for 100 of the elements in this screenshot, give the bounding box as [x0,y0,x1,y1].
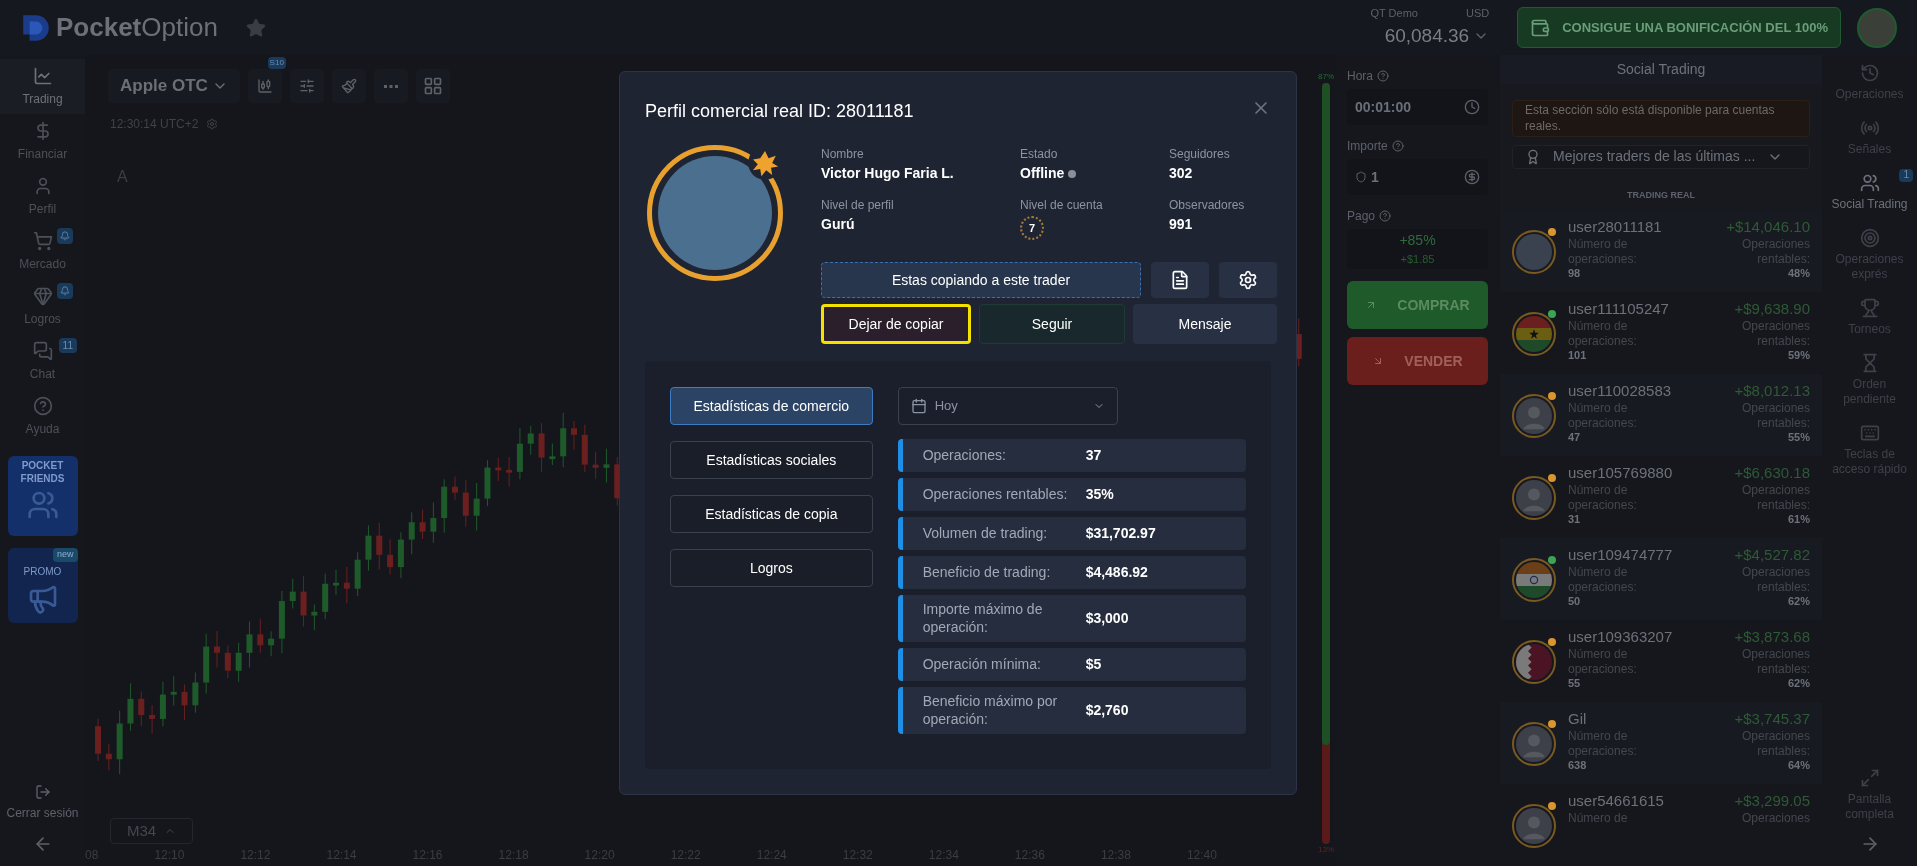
amount-value: 1 [1371,167,1380,187]
payout-amount: +$1.85 [1400,252,1435,268]
stats-tab[interactable]: Logros [670,549,873,587]
stat-value: $5 [1085,655,1102,674]
dash-icon [383,84,398,88]
report-button[interactable] [1151,262,1209,298]
trader-name: user28011181 [1568,218,1663,237]
stop-copy-button[interactable]: Dejar de copiar [821,304,971,344]
sidebar-item[interactable]: Logros [0,279,85,334]
sidebar-item[interactable]: Social Trading 1 [1822,165,1917,220]
buy-button[interactable]: COMPRAR [1347,281,1488,329]
sidebar-item[interactable]: Ayuda [0,389,85,444]
line-button[interactable] [373,69,408,103]
sidebar-item[interactable]: Chat 11 [0,334,85,389]
antenna-icon [1859,118,1880,138]
trader-name: user54661615 [1568,792,1665,811]
sidebar-item[interactable]: Financiar [0,114,85,169]
amount-field[interactable]: 1 [1347,159,1488,195]
time-value: 00:01:00 [1355,97,1412,117]
bonus-button[interactable]: CONSIGUE UNA BONIFICACIÓN DEL 100% [1517,7,1841,48]
follow-button[interactable]: Seguir [979,304,1125,344]
stat-label: Volumen de trading: [922,524,1049,543]
people-icon [26,489,59,521]
panel-title: Social Trading [1616,60,1706,80]
chart-type-button[interactable] [247,69,282,103]
count-badge: 11 [58,338,77,353]
field-label: Estado [1020,146,1059,163]
trader-name: user111105247 [1568,300,1670,319]
notice-text: Esta sección sólo está disponible para cuentas reales. [1525,101,1776,135]
field-label: Pago [1347,208,1376,225]
help-icon[interactable] [1377,70,1389,82]
stat-label: Operaciones: [922,446,1007,465]
help-icon[interactable] [1379,210,1392,222]
grid-icon [422,76,443,96]
avatar-photo-placeholder[interactable] [1857,7,1897,48]
period-dropdown[interactable]: Hoy [897,387,1118,425]
stats-tab[interactable]: Estadísticas sociales [670,441,873,479]
stats-tab[interactable]: Estadísticas de copia [670,495,873,533]
field-value: Victor Hugo Faria L. [821,164,954,183]
chat-icon [32,340,53,361]
sidebar-item[interactable]: Mercado [0,224,85,279]
layout-button[interactable] [415,69,450,103]
trader-profit: +$9,638.90 [1734,300,1810,319]
logout-button[interactable]: Cerrar sesión [6,784,79,822]
settings-icon[interactable] [206,118,219,130]
stat-value: $4,486.92 [1085,563,1148,582]
drawing-button[interactable] [331,69,366,103]
settings-button[interactable] [1219,262,1277,298]
trade-count: 47 [1568,430,1582,445]
pocket-friends-card[interactable]: POCKET FRIENDS [7,456,78,536]
stat-label: Importe máximo de operación: [922,601,1044,636]
stat-value: $31,702.97 [1085,524,1156,543]
indicators-button[interactable] [289,69,324,103]
trader-name: user109474777 [1568,546,1674,565]
wallet-icon [1530,17,1551,38]
stat-value: 35% [1085,485,1114,504]
trader-name: user109363207 [1568,628,1674,647]
field-label: Hora [1347,68,1373,85]
logo-text: PocketOption [56,11,218,44]
card-title: PROMO [23,565,62,579]
line-chart-icon [32,65,53,86]
trader-profit: +$3,745.37 [1734,710,1810,729]
field-label: Importe [1347,138,1388,155]
asset-dropdown[interactable]: Apple OTC [108,69,240,103]
profit-rate: 62% [1787,676,1810,691]
dollar-icon [1464,169,1480,185]
profit-rate: 64% [1787,758,1810,773]
cart-icon [32,230,53,251]
payout-percent: +85% [1399,231,1436,251]
trade-count: 638 [1568,758,1588,773]
help-icon [32,395,53,416]
expand-icon [1859,768,1880,788]
field-label: Nivel de perfil [821,197,895,214]
candlestick-icon [256,78,273,94]
message-button[interactable]: Mensaje [1133,304,1277,344]
currency-label: USD [1465,6,1490,21]
sell-button[interactable]: VENDER [1347,337,1488,385]
profit-rate: 59% [1787,348,1810,363]
keyboard-icon [1859,423,1880,443]
account-label: QT Demo [1370,6,1418,21]
period-dropdown[interactable]: Mejores traders de las últimas ... [1512,144,1810,169]
field-value: Gurú [821,215,855,234]
promo-card[interactable]: new PROMO [7,548,78,623]
trader-profit: +$3,873.68 [1734,628,1810,647]
sidebar-item[interactable]: Perfil [0,169,85,224]
trade-count: 101 [1568,348,1588,363]
sidebar-item[interactable]: Trading [0,59,85,114]
brush-icon [340,78,357,94]
stats-tab[interactable]: Estadísticas de comercio [670,387,873,425]
stat-label: Beneficio de trading: [922,563,1052,582]
history-icon [1859,63,1880,83]
star-icon[interactable] [245,17,266,38]
count-badge: 1 [1899,169,1913,182]
trader-profit: +$3,299.05 [1734,792,1810,811]
chart-type-badge: S10 [267,57,286,69]
help-icon[interactable] [1391,140,1404,152]
shield-icon [1355,171,1367,183]
time-field[interactable]: 00:01:00 [1347,89,1488,125]
trader-profit: +$8,012.13 [1734,382,1810,401]
stat-label: Operación mínima: [922,655,1042,674]
